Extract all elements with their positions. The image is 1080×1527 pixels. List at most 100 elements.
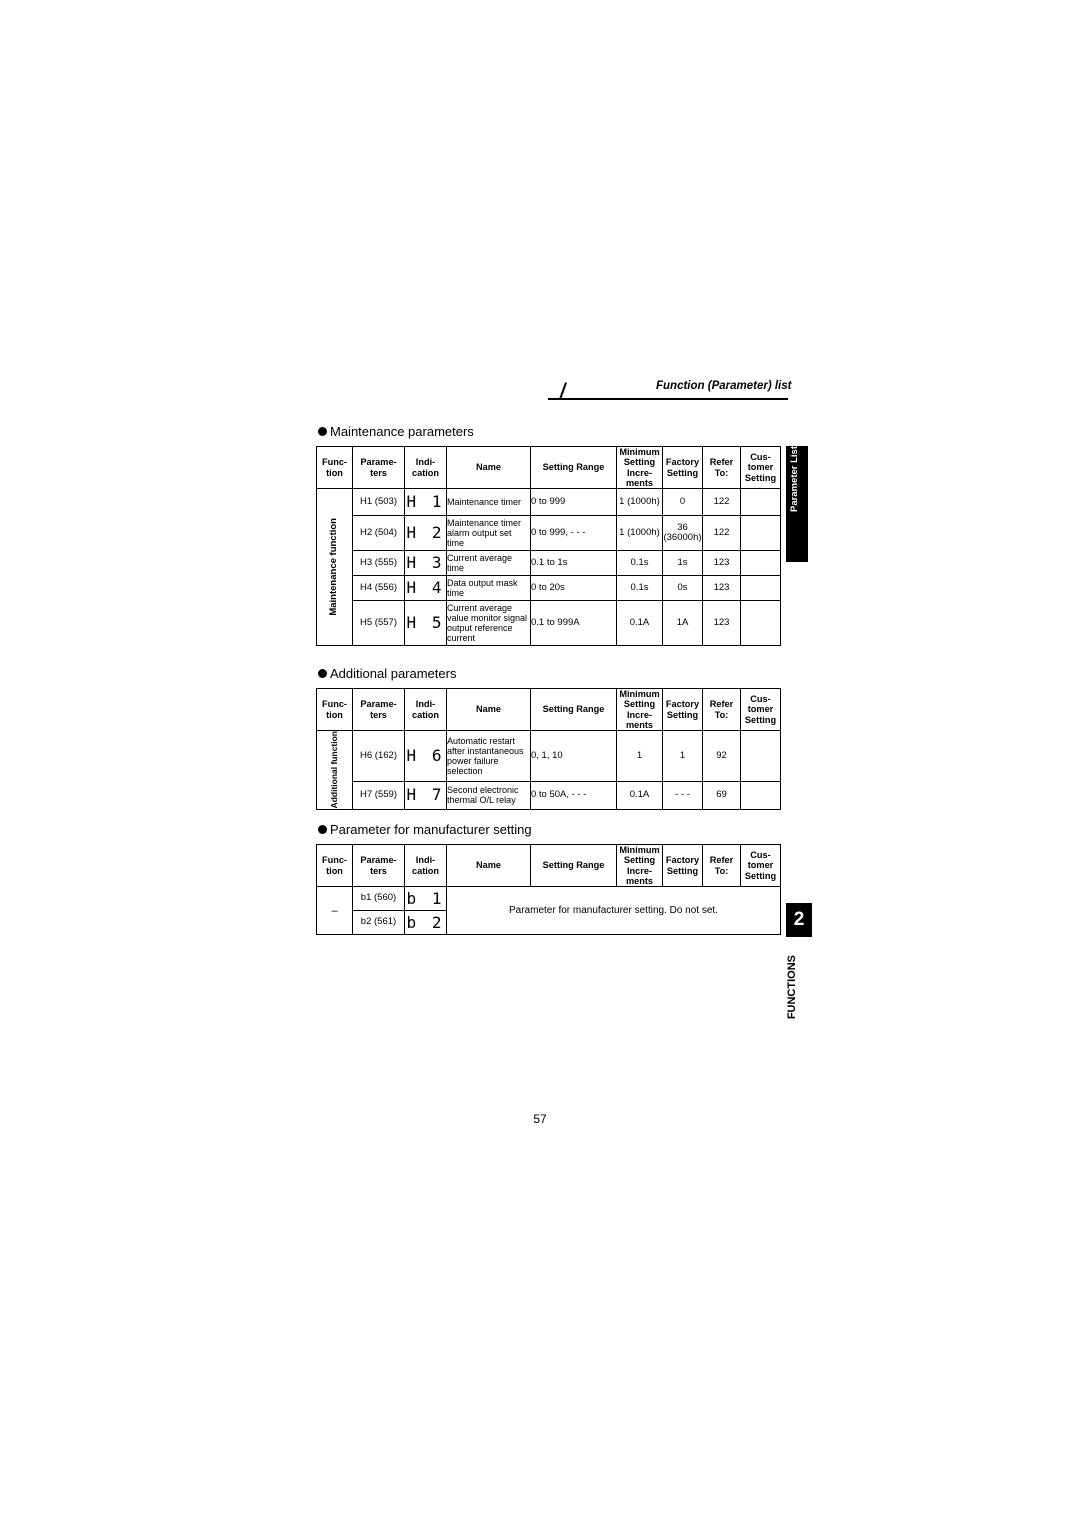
header-title: Function (Parameter) list xyxy=(656,380,792,392)
cell-minimum: 1 xyxy=(616,730,663,782)
manufacturer-note: Parameter for manufacturer setting. Do n… xyxy=(446,886,781,936)
cell-factory: 1A xyxy=(662,600,703,647)
additional-parameter-table: Func- tion Parame- ters Indi- cation Nam… xyxy=(316,687,781,810)
table-row: – b1 (560) b 1 Parameter for manufacture… xyxy=(316,886,781,936)
section-heading-maintenance-label: Maintenance parameters xyxy=(330,424,474,439)
col-parameters: Parame- ters xyxy=(352,687,405,732)
table-header-row: Func- tion Parame- ters Indi- cation Nam… xyxy=(316,687,781,732)
cell-minimum: 0.1s xyxy=(616,550,663,577)
cell-customer[interactable] xyxy=(740,575,781,602)
cell-customer[interactable] xyxy=(740,488,781,517)
cell-parameter: H3 (555) xyxy=(352,550,405,577)
cell-minimum: 1 (1000h) xyxy=(616,515,663,552)
cell-name: Maintenance timer xyxy=(446,488,531,517)
col-indication: Indi- cation xyxy=(404,843,447,888)
page-number: 57 xyxy=(533,1112,547,1126)
col-refer-to: Refer To: xyxy=(702,687,741,732)
col-minimum-setting-increments: Minimum Setting Incre- ments xyxy=(616,687,663,732)
bullet-icon xyxy=(318,669,327,679)
cell-indication: H 1 xyxy=(404,488,447,517)
cell-parameter: H5 (557) xyxy=(352,600,405,647)
col-factory-setting: Factory Setting xyxy=(662,445,703,490)
cell-name: Automatic restart after instantaneous po… xyxy=(446,730,531,782)
cell-indication: H 3 xyxy=(404,550,447,577)
table-row: Additional function H6 (162) H 6 Automat… xyxy=(316,730,781,810)
side-tab-parameter-list-label: Parameter List xyxy=(789,446,800,513)
chapter-number-tab: 2 xyxy=(786,903,812,937)
cell-customer[interactable] xyxy=(740,600,781,647)
cell-factory: 1 xyxy=(662,730,703,782)
cell-indication: b 1 xyxy=(404,886,447,912)
cell-refer: 122 xyxy=(702,488,741,517)
cell-indication: H 4 xyxy=(404,575,447,602)
table-row: H7 (559) H 7 Second electronic thermal O… xyxy=(317,780,781,810)
manual-page: Function (Parameter) list Maintenance pa… xyxy=(0,0,1080,1527)
cell-name: Data output mask time xyxy=(446,575,531,602)
cell-parameter: H7 (559) xyxy=(352,780,405,810)
cell-indication: H 5 xyxy=(404,600,447,647)
cell-customer[interactable] xyxy=(740,550,781,577)
col-factory-setting: Factory Setting xyxy=(662,843,703,888)
table-row: Maintenance function H1 (503) H 1 Mainte… xyxy=(316,488,781,647)
cell-name: Current average time xyxy=(446,550,531,577)
table-row: H4 (556) H 4 Data output mask time 0 to … xyxy=(317,575,781,602)
section-heading-additional-label: Additional parameters xyxy=(330,666,457,681)
side-tab-parameter-list: Parameter List xyxy=(786,446,808,562)
cell-parameter: H1 (503) xyxy=(352,488,405,517)
col-function: Func- tion xyxy=(316,843,353,888)
col-function: Func- tion xyxy=(316,445,353,490)
cell-refer: 122 xyxy=(702,515,741,552)
group-label-additional: Additional function xyxy=(316,730,353,810)
cell-parameter: H4 (556) xyxy=(352,575,405,602)
cell-name: Current average value monitor signal out… xyxy=(446,600,531,647)
group-label-maintenance: Maintenance function xyxy=(316,488,353,647)
cell-minimum: 0.1A xyxy=(616,600,663,647)
cell-indication: H 6 xyxy=(404,730,447,782)
col-indication: Indi- cation xyxy=(404,687,447,732)
cell-indication: H 7 xyxy=(404,780,447,810)
cell-setting-range: 0, 1, 10 xyxy=(530,730,617,782)
cell-minimum: 0.1s xyxy=(616,575,663,602)
cell-parameter: H2 (504) xyxy=(352,515,405,552)
col-customer-setting: Cus- tomer Setting xyxy=(740,843,781,888)
cell-refer: 123 xyxy=(702,550,741,577)
group-label-manufacturer: – xyxy=(316,886,353,936)
section-heading-manufacturer-label: Parameter for manufacturer setting xyxy=(330,822,532,837)
cell-setting-range: 0.1 to 999A xyxy=(530,600,617,647)
cell-name: Maintenance timer alarm output set time xyxy=(446,515,531,552)
chapter-label-text: FUNCTIONS xyxy=(786,955,798,1020)
col-setting-range: Setting Range xyxy=(530,445,617,490)
table-header-row: Func- tion Parame- ters Indi- cation Nam… xyxy=(316,445,781,490)
cell-setting-range: 0 to 999 xyxy=(530,488,617,517)
table-row: H2 (504) H 2 Maintenance timer alarm out… xyxy=(317,515,781,552)
cell-indication: b 2 xyxy=(404,910,447,936)
running-header: Function (Parameter) list xyxy=(548,380,791,406)
cell-parameter: b1 (560) xyxy=(352,886,405,912)
cell-setting-range: 0.1 to 1s xyxy=(530,550,617,577)
col-refer-to: Refer To: xyxy=(702,843,741,888)
col-parameters: Parame- ters xyxy=(352,843,405,888)
cell-customer[interactable] xyxy=(740,515,781,552)
cell-refer: 123 xyxy=(702,575,741,602)
cell-customer[interactable] xyxy=(740,730,781,782)
cell-factory: 1s xyxy=(662,550,703,577)
cell-factory: 36 (36000h) xyxy=(662,515,703,552)
section-heading-maintenance: Maintenance parameters xyxy=(318,424,474,439)
cell-parameter: b2 (561) xyxy=(352,910,405,936)
cell-refer: 123 xyxy=(702,600,741,647)
cell-factory: 0s xyxy=(662,575,703,602)
col-setting-range: Setting Range xyxy=(530,687,617,732)
cell-indication: H 2 xyxy=(404,515,447,552)
manufacturer-parameter-table: Func- tion Parame- ters Indi- cation Nam… xyxy=(316,843,781,936)
cell-parameter: H6 (162) xyxy=(352,730,405,782)
col-factory-setting: Factory Setting xyxy=(662,687,703,732)
cell-customer[interactable] xyxy=(740,780,781,810)
bullet-icon xyxy=(318,427,327,437)
cell-factory: - - - xyxy=(662,780,703,810)
cell-setting-range: 0 to 999, - - - xyxy=(530,515,617,552)
col-minimum-setting-increments: Minimum Setting Incre- ments xyxy=(616,445,663,490)
col-refer-to: Refer To: xyxy=(702,445,741,490)
cell-name: Second electronic thermal O/L relay xyxy=(446,780,531,810)
cell-setting-range: 0 to 20s xyxy=(530,575,617,602)
col-setting-range: Setting Range xyxy=(530,843,617,888)
